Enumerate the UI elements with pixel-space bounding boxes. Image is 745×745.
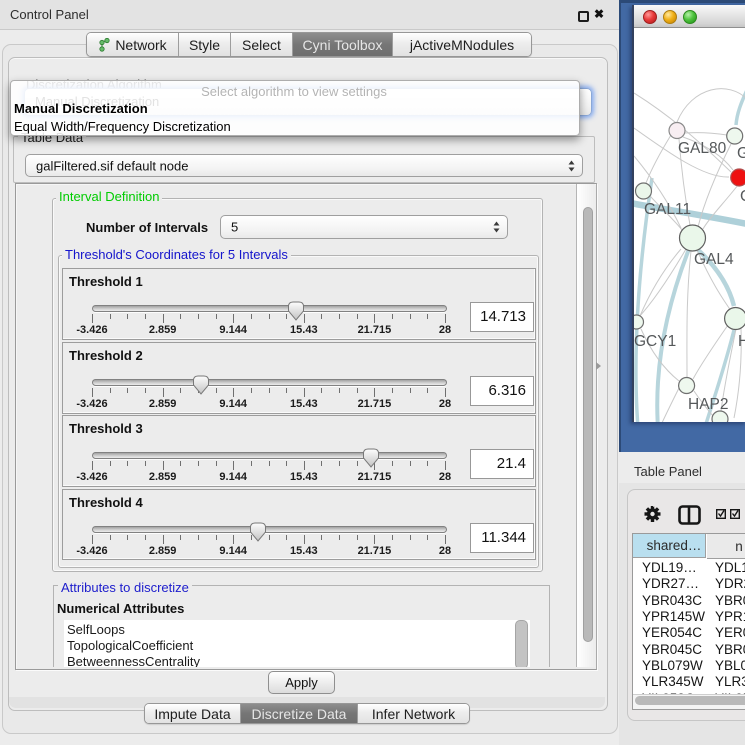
svg-text:HAP2: HAP2: [688, 396, 729, 413]
svg-text:C: C: [740, 188, 745, 205]
svg-text:GCY1: GCY1: [634, 333, 676, 350]
svg-text:GAL4: GAL4: [694, 251, 734, 268]
svg-text:H: H: [738, 333, 745, 350]
svg-text:GAL80: GAL80: [678, 140, 727, 157]
svg-text:GA: GA: [737, 145, 745, 162]
svg-text:GAL11: GAL11: [644, 201, 691, 218]
